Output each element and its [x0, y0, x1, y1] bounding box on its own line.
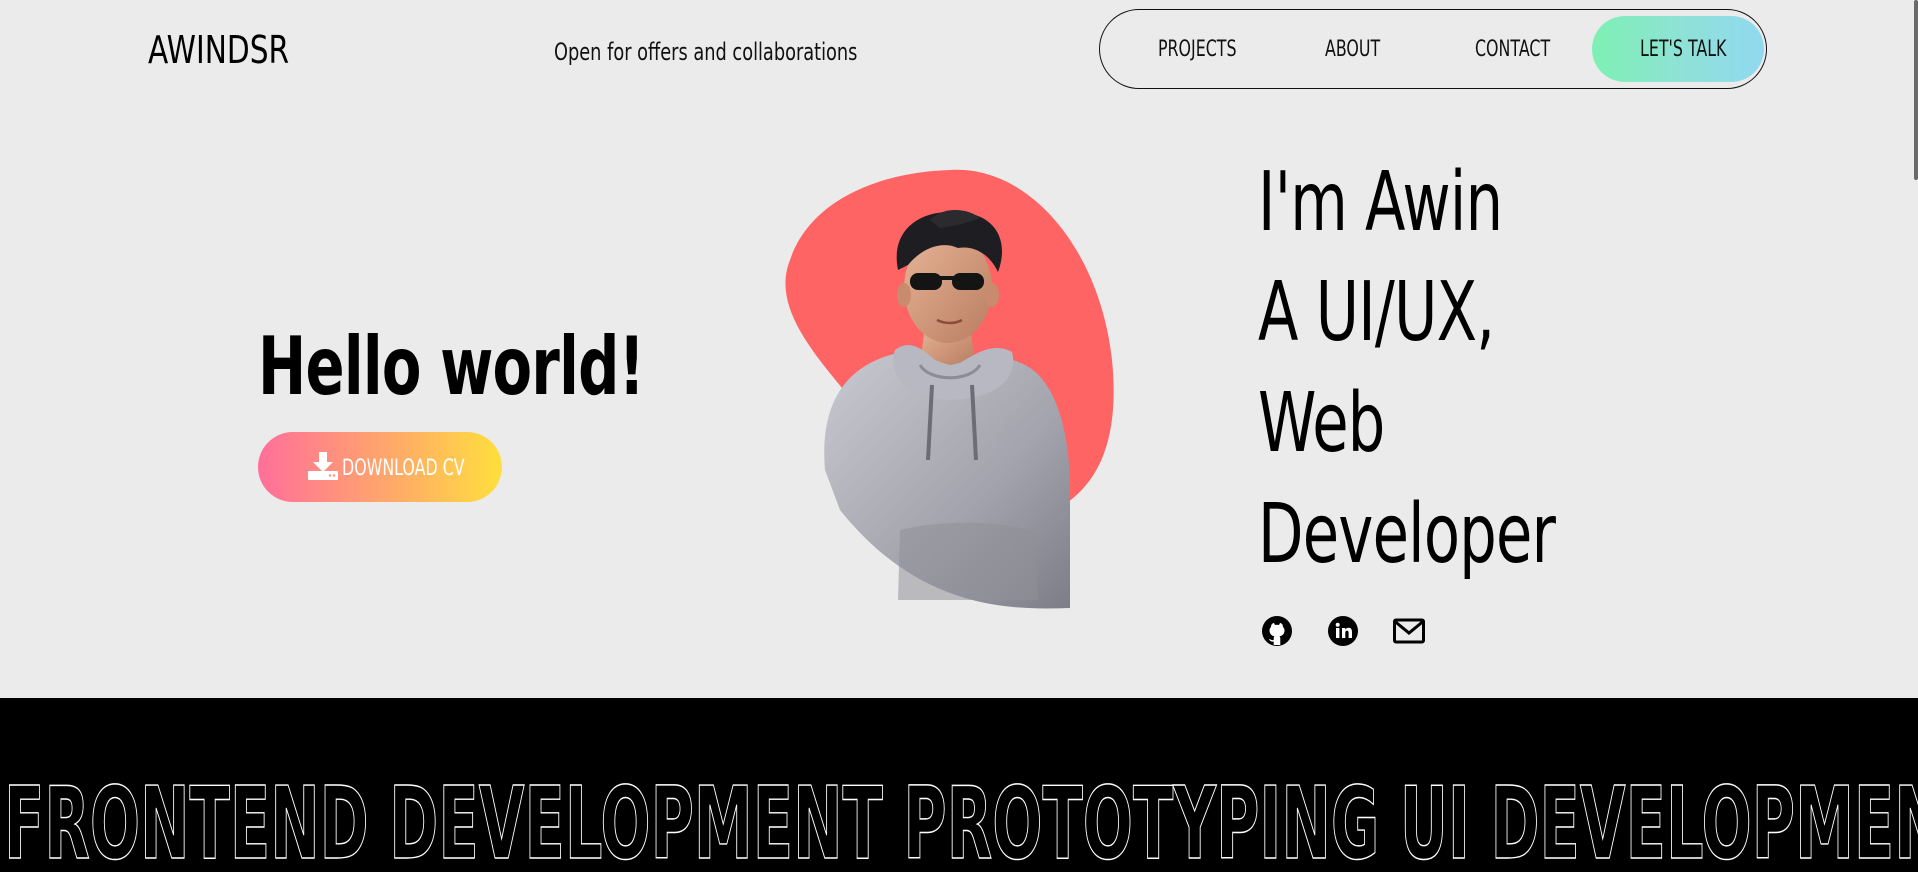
nav-item-projects[interactable]: PROJECTS — [1158, 37, 1237, 62]
site-logo[interactable]: AWINDSR — [148, 28, 289, 72]
skills-marquee: FRONTEND DEVELOPMENT PROTOTYPING UI DEVE… — [0, 698, 1918, 872]
download-cv-label: DOWNLOAD CV — [342, 456, 465, 481]
hero-greeting: Hello world! — [258, 320, 645, 413]
page: AWINDSR Open for offers and collaboratio… — [0, 0, 1918, 872]
intro-line-developer: Developer — [1258, 487, 1556, 582]
github-icon[interactable] — [1260, 614, 1294, 648]
header-tagline: Open for offers and collaborations — [554, 38, 858, 66]
intro-line-role: A UI/UX, — [1258, 265, 1495, 360]
intro-line-web: Web — [1258, 376, 1385, 471]
download-icon — [308, 452, 338, 480]
linkedin-icon[interactable] — [1326, 614, 1360, 648]
download-cv-button[interactable]: DOWNLOAD CV — [258, 432, 502, 502]
scrollbar-thumb[interactable] — [1914, 0, 1918, 180]
marquee-text: FRONTEND DEVELOPMENT PROTOTYPING UI DEVE… — [4, 765, 1918, 872]
main-nav: PROJECTS ABOUT CONTACT LET'S TALK — [1099, 9, 1767, 89]
mail-icon[interactable] — [1392, 614, 1426, 648]
lets-talk-label: LET'S TALK — [1640, 37, 1727, 62]
nav-item-about[interactable]: ABOUT — [1325, 37, 1380, 62]
avatar-illustration — [785, 169, 1114, 609]
intro-line-name: I'm Awin — [1258, 155, 1503, 250]
marquee-canvas: FRONTEND DEVELOPMENT PROTOTYPING UI DEVE… — [3, 764, 1918, 872]
lets-talk-button[interactable]: LET'S TALK — [1592, 16, 1764, 82]
nav-item-contact[interactable]: CONTACT — [1475, 37, 1550, 62]
